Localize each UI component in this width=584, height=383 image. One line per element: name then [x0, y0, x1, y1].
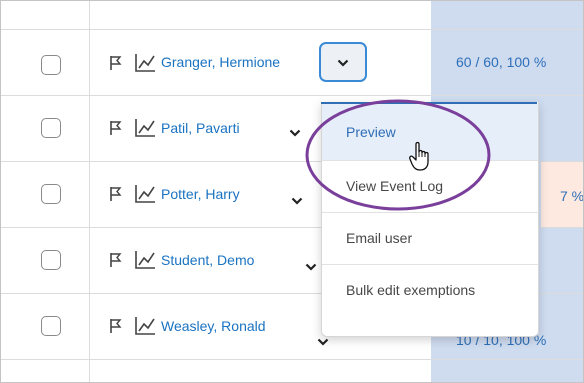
chevron-down-icon: [337, 59, 349, 67]
grades-chart-icon[interactable]: [134, 250, 156, 270]
grades-chart-icon[interactable]: [134, 118, 156, 138]
menu-item-bulk-edit-exemptions[interactable]: Bulk edit exemptions: [322, 265, 538, 317]
chevron-down-icon[interactable]: [317, 338, 329, 346]
chevron-down-icon[interactable]: [291, 197, 303, 205]
chevron-down-icon[interactable]: [289, 129, 301, 137]
row-checkbox[interactable]: [41, 118, 61, 138]
row-checkbox[interactable]: [41, 316, 61, 336]
flag-icon[interactable]: [109, 186, 123, 202]
score-value: 7 %: [560, 188, 584, 204]
row-divider: [1, 359, 583, 360]
flag-icon[interactable]: [109, 318, 123, 334]
row-checkbox[interactable]: [41, 250, 61, 270]
menu-item-view-event-log[interactable]: View Event Log: [322, 161, 538, 213]
student-name-link[interactable]: Patil, Pavarti: [161, 120, 240, 136]
menu-item-label: Bulk edit exemptions: [346, 282, 476, 298]
student-name-link[interactable]: Potter, Harry: [161, 186, 240, 202]
menu-item-email-user[interactable]: Email user: [322, 213, 538, 265]
context-menu: Preview View Event Log Email user Bulk e…: [321, 102, 539, 337]
student-name-link[interactable]: Student, Demo: [161, 252, 254, 268]
row-checkbox[interactable]: [41, 184, 61, 204]
grades-chart-icon[interactable]: [134, 184, 156, 204]
menu-item-label: View Event Log: [346, 178, 444, 194]
menu-item-label: Preview: [346, 124, 396, 140]
context-menu-button[interactable]: [319, 42, 367, 82]
grades-chart-icon[interactable]: [134, 53, 156, 73]
flag-icon[interactable]: [109, 55, 123, 71]
student-name-link[interactable]: Weasley, Ronald: [161, 318, 266, 334]
grades-table: Granger, Hermione 60 / 60, 100 % Patil, …: [0, 0, 584, 383]
menu-item-label: Email user: [346, 230, 413, 246]
flag-icon[interactable]: [109, 252, 123, 268]
row-checkbox[interactable]: [41, 55, 61, 75]
student-name-link[interactable]: Granger, Hermione: [161, 54, 280, 70]
row-divider: [1, 95, 583, 96]
flag-icon[interactable]: [109, 120, 123, 136]
column-divider: [89, 1, 90, 382]
grades-chart-icon[interactable]: [134, 316, 156, 336]
menu-item-preview[interactable]: Preview: [322, 104, 538, 161]
score-value: 60 / 60, 100 %: [456, 54, 547, 70]
chevron-down-icon[interactable]: [305, 263, 317, 271]
row-divider: [1, 29, 583, 30]
menu-focus-line: [321, 102, 537, 104]
